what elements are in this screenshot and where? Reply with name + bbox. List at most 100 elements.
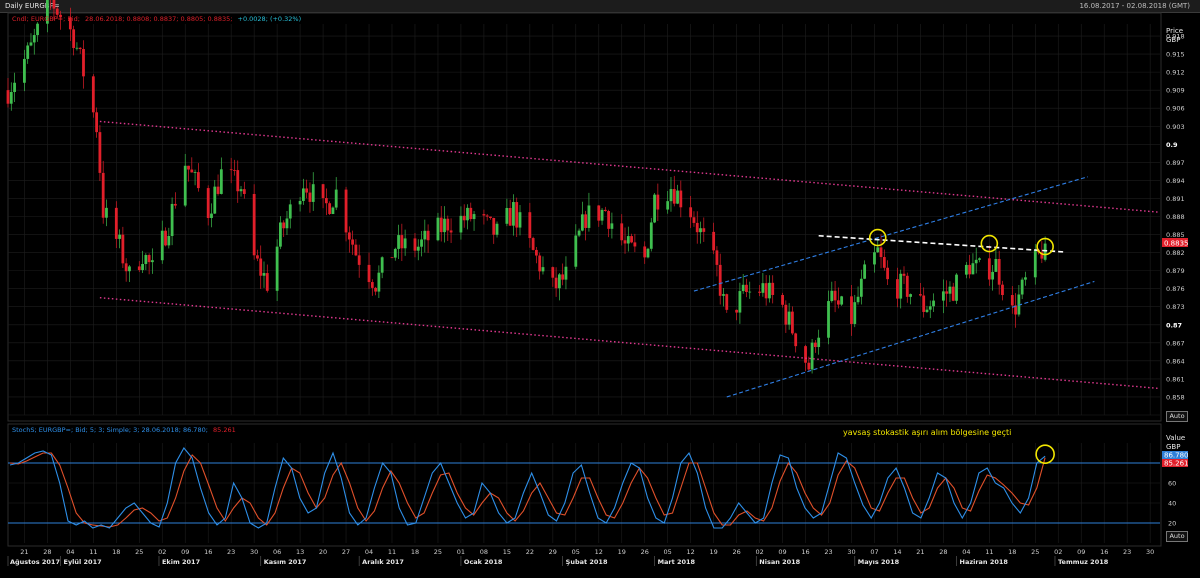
candle-body bbox=[32, 35, 36, 43]
candle-body bbox=[672, 189, 676, 204]
candle-body bbox=[328, 203, 332, 214]
price-tick-label: 0.873 bbox=[1166, 303, 1185, 311]
candle-body bbox=[557, 274, 561, 289]
candle-body bbox=[459, 215, 463, 233]
candle-body bbox=[991, 271, 995, 280]
chart-canvas[interactable]: 0.9180.9150.9120.9090.9060.9030.90.8970.… bbox=[0, 0, 1200, 578]
candle-body bbox=[840, 296, 844, 305]
candle-body bbox=[380, 257, 384, 273]
candle-body bbox=[160, 230, 164, 261]
x-day-tick: 21 bbox=[20, 548, 28, 556]
candle-body bbox=[535, 249, 538, 256]
candle-body bbox=[771, 282, 775, 295]
candle-body bbox=[219, 169, 223, 194]
candle-body bbox=[997, 258, 1001, 285]
x-day-tick: 11 bbox=[388, 548, 396, 556]
candle-body bbox=[695, 222, 699, 233]
candle-body bbox=[144, 255, 148, 265]
candle-body bbox=[531, 238, 535, 250]
candle-body bbox=[55, 8, 59, 15]
candle-body bbox=[853, 302, 857, 324]
candle-body bbox=[279, 222, 282, 247]
candle-body bbox=[541, 267, 545, 272]
candle-body bbox=[830, 290, 834, 302]
x-day-tick: 18 bbox=[1008, 548, 1016, 556]
x-day-tick: 16 bbox=[1100, 548, 1108, 556]
x-day-tick: 06 bbox=[273, 548, 281, 556]
candle-body bbox=[334, 189, 338, 208]
candle-body bbox=[551, 267, 555, 278]
candle-body bbox=[252, 193, 256, 256]
candle-body bbox=[118, 234, 121, 239]
candle-body bbox=[633, 242, 637, 247]
x-month-label: Ağustos 2017 bbox=[10, 558, 60, 566]
candle-body bbox=[879, 247, 883, 258]
x-day-tick: 25 bbox=[434, 548, 442, 556]
candle-body bbox=[620, 223, 624, 241]
price-tick-label: 0.864 bbox=[1166, 357, 1185, 365]
candle-body bbox=[738, 291, 742, 313]
price-axis-unit: GBP bbox=[1166, 36, 1180, 44]
x-day-tick: 09 bbox=[778, 548, 786, 556]
candle-body bbox=[190, 169, 194, 173]
candle-body bbox=[170, 203, 174, 236]
candle-body bbox=[577, 230, 581, 236]
stoch-tick-label: 40 bbox=[1168, 500, 1176, 508]
candle-body bbox=[741, 284, 745, 292]
candle-body bbox=[95, 112, 99, 133]
candle-body bbox=[462, 215, 466, 221]
stoch-d-line bbox=[9, 452, 1046, 528]
price-tick-label: 0.894 bbox=[1166, 177, 1185, 185]
price-tick-label: 0.87 bbox=[1166, 321, 1182, 329]
candle-body bbox=[183, 165, 187, 206]
candle-body bbox=[715, 250, 719, 265]
price-legend: Cndl; EURGBP=; Bid; 28.06.2018; 0.8808; … bbox=[12, 15, 301, 23]
candles bbox=[6, 0, 1047, 374]
x-day-tick: 12 bbox=[687, 548, 695, 556]
current-price-label: 0.8835 bbox=[1164, 240, 1189, 248]
candle-body bbox=[964, 264, 968, 275]
x-day-tick: 23 bbox=[824, 548, 832, 556]
candle-body bbox=[121, 234, 125, 264]
candle-body bbox=[26, 45, 30, 59]
candle-body bbox=[909, 294, 912, 297]
candle-body bbox=[781, 294, 784, 305]
candle-body bbox=[23, 58, 26, 83]
candle-body bbox=[78, 47, 82, 50]
x-day-tick: 09 bbox=[181, 548, 189, 556]
candle-body bbox=[948, 286, 952, 294]
candle-body bbox=[968, 264, 972, 275]
price-tick-label: 0.876 bbox=[1166, 285, 1185, 293]
price-tick-label: 0.909 bbox=[1166, 87, 1185, 95]
candle-body bbox=[469, 207, 473, 220]
candle-body bbox=[587, 205, 591, 228]
stoch-auto-scale-button[interactable]: Auto bbox=[1166, 531, 1188, 542]
candle-body bbox=[518, 212, 522, 228]
candle-body bbox=[265, 273, 269, 291]
candle-body bbox=[689, 207, 693, 218]
stoch-legend: StochS; EURGBP=; Bid; 5; 3; Simple; 3; 2… bbox=[12, 426, 236, 434]
x-day-tick: 16 bbox=[204, 548, 212, 556]
candle-body bbox=[114, 207, 118, 239]
x-day-tick: 02 bbox=[158, 548, 166, 556]
x-day-tick: 05 bbox=[572, 548, 580, 556]
price-tick-label: 0.888 bbox=[1166, 213, 1185, 221]
candle-body bbox=[29, 42, 33, 46]
candle-body bbox=[679, 190, 683, 208]
candle-body bbox=[137, 266, 141, 271]
candle-body bbox=[420, 239, 423, 247]
x-day-tick: 23 bbox=[1123, 548, 1131, 556]
candle-body bbox=[584, 214, 588, 228]
candle-body bbox=[492, 217, 496, 235]
price-auto-scale-button[interactable]: Auto bbox=[1166, 411, 1188, 422]
candle-body bbox=[331, 207, 335, 214]
candle-body bbox=[784, 304, 788, 325]
candle-body bbox=[882, 257, 886, 268]
candle-body bbox=[324, 198, 328, 204]
candle-body bbox=[597, 205, 601, 221]
candle-body bbox=[236, 170, 240, 192]
candle-body bbox=[446, 218, 450, 231]
candle-body bbox=[423, 230, 427, 240]
price-tick-label: 0.885 bbox=[1166, 231, 1185, 239]
x-day-tick: 18 bbox=[112, 548, 120, 556]
